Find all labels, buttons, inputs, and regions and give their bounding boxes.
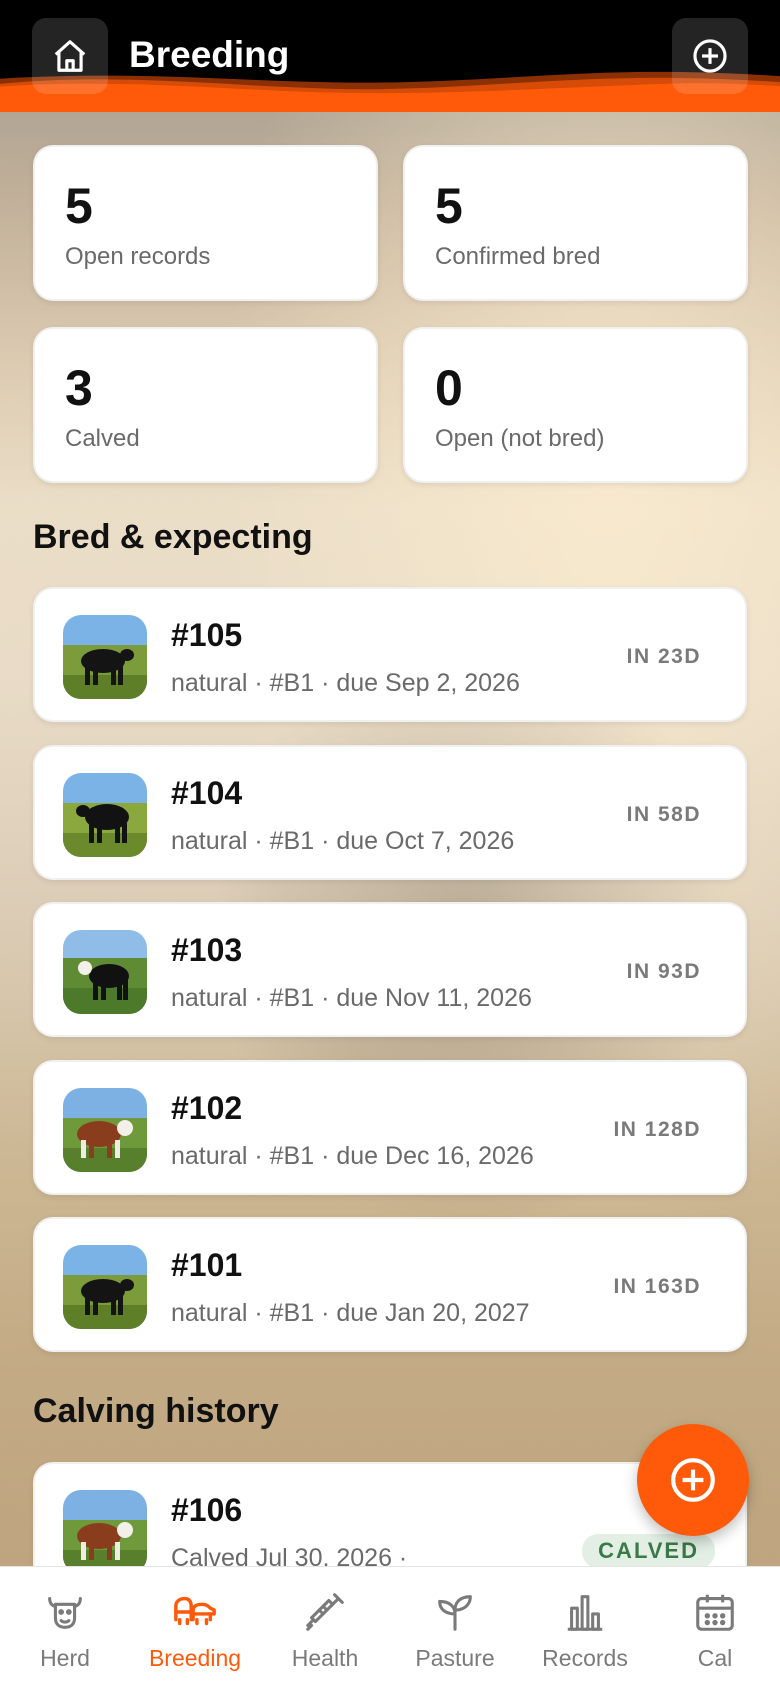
list-item-bred[interactable]: #103 natural · #B1 · due Nov 11, 2026 IN… bbox=[33, 902, 747, 1037]
app-header: Breeding bbox=[0, 0, 780, 112]
record-detail: natural · #B1 · due Nov 11, 2026 bbox=[171, 984, 532, 1012]
stat-label: Confirmed bred bbox=[435, 243, 601, 270]
cow-photo bbox=[63, 1490, 147, 1574]
cow-photo bbox=[63, 1245, 147, 1329]
tab-label: Cal bbox=[697, 1645, 733, 1671]
bottom-tab-bar: Herd Breeding Health Pasture Records Cal bbox=[0, 1566, 780, 1688]
home-icon bbox=[54, 40, 86, 72]
status-badge: CALVED bbox=[582, 1534, 715, 1568]
due-countdown: IN 93D bbox=[626, 960, 701, 983]
header-wave bbox=[0, 71, 780, 112]
tab-records[interactable]: Records bbox=[520, 1567, 650, 1688]
record-title: #105 bbox=[171, 617, 243, 653]
due-countdown: IN 128D bbox=[613, 1118, 701, 1141]
stat-value: 0 bbox=[435, 360, 463, 416]
stat-value: 3 bbox=[65, 360, 93, 416]
list-item-bred[interactable]: #102 natural · #B1 · due Dec 16, 2026 IN… bbox=[33, 1060, 747, 1195]
tab-calendar[interactable]: Cal bbox=[650, 1567, 780, 1688]
record-detail: natural · #B1 · due Sep 2, 2026 bbox=[171, 669, 520, 697]
list-item-bred[interactable]: #105 natural · #B1 · due Sep 2, 2026 IN … bbox=[33, 587, 747, 722]
record-detail: natural · #B1 · due Jan 20, 2027 bbox=[171, 1299, 530, 1327]
tab-label: Pasture bbox=[415, 1645, 495, 1671]
list-item-bred[interactable]: #104 natural · #B1 · due Oct 7, 2026 IN … bbox=[33, 745, 747, 880]
record-title: #101 bbox=[171, 1247, 243, 1283]
stat-label: Open records bbox=[65, 243, 211, 270]
list-item-bred[interactable]: #101 natural · #B1 · due Jan 20, 2027 IN… bbox=[33, 1217, 747, 1352]
section-title-bred: Bred & expecting bbox=[33, 518, 313, 556]
cattle-pair-icon bbox=[174, 1596, 216, 1626]
cow-photo bbox=[63, 930, 147, 1014]
due-countdown: IN 58D bbox=[626, 803, 701, 826]
record-title: #102 bbox=[171, 1090, 243, 1126]
cow-photo bbox=[63, 773, 147, 857]
stat-label: Open (not bred) bbox=[435, 425, 605, 452]
sprout-icon bbox=[438, 1595, 472, 1631]
page-title: Breeding bbox=[129, 34, 290, 75]
tab-label: Records bbox=[542, 1645, 628, 1671]
tab-label: Herd bbox=[40, 1645, 90, 1671]
stat-card-open-not-bred[interactable]: 0 Open (not bred) bbox=[403, 327, 748, 483]
tab-pasture[interactable]: Pasture bbox=[390, 1567, 520, 1688]
tab-health[interactable]: Health bbox=[260, 1567, 390, 1688]
add-record-button[interactable] bbox=[672, 18, 748, 94]
home-button[interactable] bbox=[32, 18, 108, 94]
record-title: #103 bbox=[171, 932, 243, 968]
plus-circle-icon bbox=[671, 1458, 715, 1502]
record-title: #104 bbox=[171, 775, 243, 811]
tab-label: Breeding bbox=[148, 1645, 242, 1671]
syringe-icon bbox=[306, 1593, 344, 1631]
record-title: #106 bbox=[171, 1492, 243, 1528]
stat-value: 5 bbox=[65, 178, 93, 234]
due-countdown: IN 163D bbox=[613, 1275, 701, 1298]
stat-value: 5 bbox=[435, 178, 463, 234]
calendar-icon bbox=[696, 1594, 734, 1631]
tab-herd[interactable]: Herd bbox=[0, 1567, 130, 1688]
due-countdown: IN 23D bbox=[626, 645, 701, 668]
section-title-history: Calving history bbox=[33, 1392, 279, 1430]
stat-label: Calved bbox=[65, 425, 140, 452]
cow-photo bbox=[63, 615, 147, 699]
cow-head-icon bbox=[48, 1597, 82, 1629]
stat-card-confirmed-bred[interactable]: 5 Confirmed bred bbox=[403, 145, 748, 301]
record-detail: natural · #B1 · due Oct 7, 2026 bbox=[171, 827, 515, 855]
record-detail: natural · #B1 · due Dec 16, 2026 bbox=[171, 1142, 534, 1170]
add-breeding-fab[interactable] bbox=[637, 1424, 749, 1536]
cow-photo bbox=[63, 1088, 147, 1172]
stat-card-open-records[interactable]: 5 Open records bbox=[33, 145, 378, 301]
tab-breeding[interactable]: Breeding bbox=[130, 1567, 260, 1688]
plus-circle-icon bbox=[693, 39, 727, 73]
bar-chart-icon bbox=[567, 1595, 603, 1631]
stat-card-calved[interactable]: 3 Calved bbox=[33, 327, 378, 483]
tab-label: Health bbox=[291, 1645, 359, 1671]
